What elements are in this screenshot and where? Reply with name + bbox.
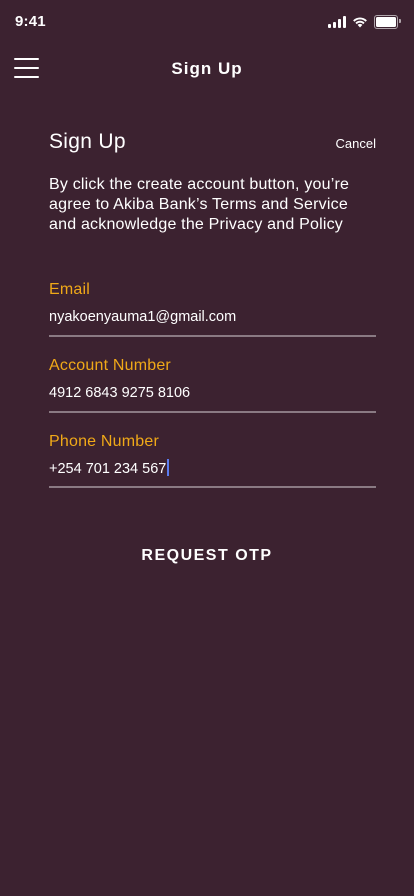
account-number-label: Account Number bbox=[49, 357, 171, 374]
battery-icon bbox=[374, 15, 401, 29]
status-icons bbox=[328, 15, 401, 29]
email-field[interactable] bbox=[49, 309, 376, 337]
sign-up-form: Sign Up Cancel By click the create accou… bbox=[49, 130, 376, 488]
email-field-group: Email bbox=[49, 281, 376, 337]
form-header: Sign Up Cancel bbox=[49, 130, 376, 164]
request-otp-button[interactable]: REQUEST OTP bbox=[0, 547, 414, 565]
account-number-field[interactable] bbox=[49, 385, 376, 413]
status-bar: 9:41 bbox=[0, 0, 414, 44]
status-time: 9:41 bbox=[15, 13, 46, 30]
phone-number-label: Phone Number bbox=[49, 433, 160, 450]
nav-title: Sign Up bbox=[171, 59, 243, 78]
wifi-icon bbox=[353, 17, 367, 28]
email-label: Email bbox=[49, 281, 91, 298]
phone-number-value: +254 701 234 567 bbox=[49, 461, 167, 477]
text-caret bbox=[167, 459, 170, 476]
signal-icon bbox=[328, 16, 346, 28]
page-title: Sign Up bbox=[49, 130, 126, 153]
phone-number-field[interactable]: +254 701 234 567 bbox=[49, 459, 376, 488]
phone-number-field-group: Phone Number +254 701 234 567 bbox=[49, 433, 376, 488]
cancel-button[interactable]: Cancel bbox=[336, 136, 376, 151]
terms-text: By click the create account button, you’… bbox=[49, 176, 350, 233]
nav-bar: Sign Up bbox=[0, 44, 414, 94]
account-number-field-group: Account Number bbox=[49, 357, 376, 413]
